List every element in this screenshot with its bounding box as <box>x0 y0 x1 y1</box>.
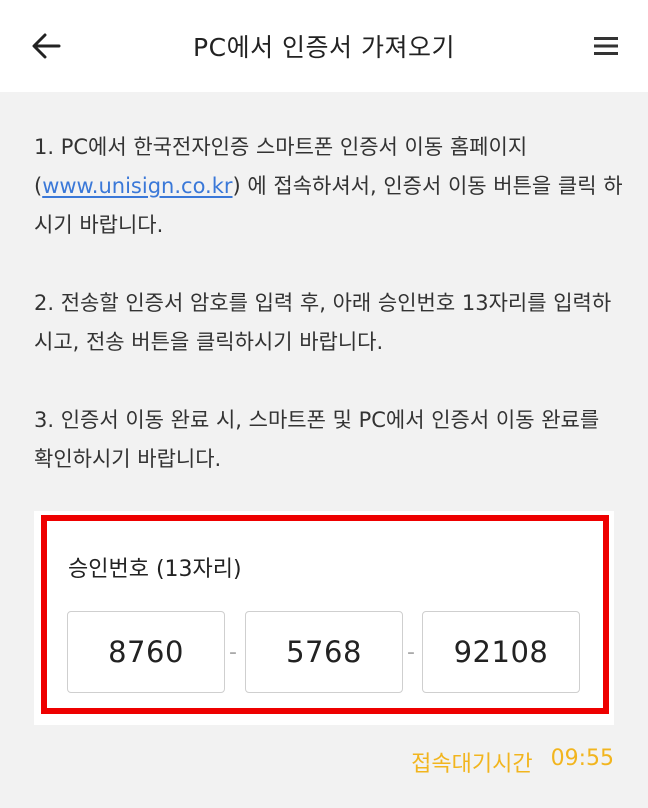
instruction-step-1: 1. PC에서 한국전자인증 스마트폰 인증서 이동 홈페이지 (www.uni… <box>34 135 623 237</box>
instructions: 1. PC에서 한국전자인증 스마트폰 인증서 이동 홈페이지 (www.uni… <box>34 128 624 518</box>
arrow-left-icon <box>32 33 61 59</box>
timer-value: 09:55 <box>550 746 614 771</box>
app-header: PC에서 인증서 가져오기 <box>0 0 648 92</box>
back-button[interactable] <box>26 26 66 66</box>
approval-code-part-3: 92108 <box>422 611 580 693</box>
page-title: PC에서 인증서 가져오기 <box>193 33 455 62</box>
approval-code-label: 승인번호 (13자리) <box>68 557 242 582</box>
code-separator: - <box>407 640 415 665</box>
code-separator: - <box>229 640 237 665</box>
hamburger-menu-icon <box>594 37 618 55</box>
approval-code-part-2: 5768 <box>245 611 403 693</box>
timer-label: 접속대기시간 <box>411 752 533 777</box>
approval-code-part-1: 8760 <box>67 611 225 693</box>
wait-timer: 접속대기시간 09:55 <box>411 746 614 778</box>
instruction-step-2: 2. 전송할 인증서 암호를 입력 후, 아래 승인번호 13자리를 입력하시고… <box>34 291 612 354</box>
unisign-link[interactable]: www.unisign.co.kr <box>42 174 232 198</box>
menu-button[interactable] <box>586 26 626 66</box>
instruction-step-3: 3. 인증서 이동 완료 시, 스마트폰 및 PC에서 인증서 이동 완료를 확… <box>34 408 600 471</box>
